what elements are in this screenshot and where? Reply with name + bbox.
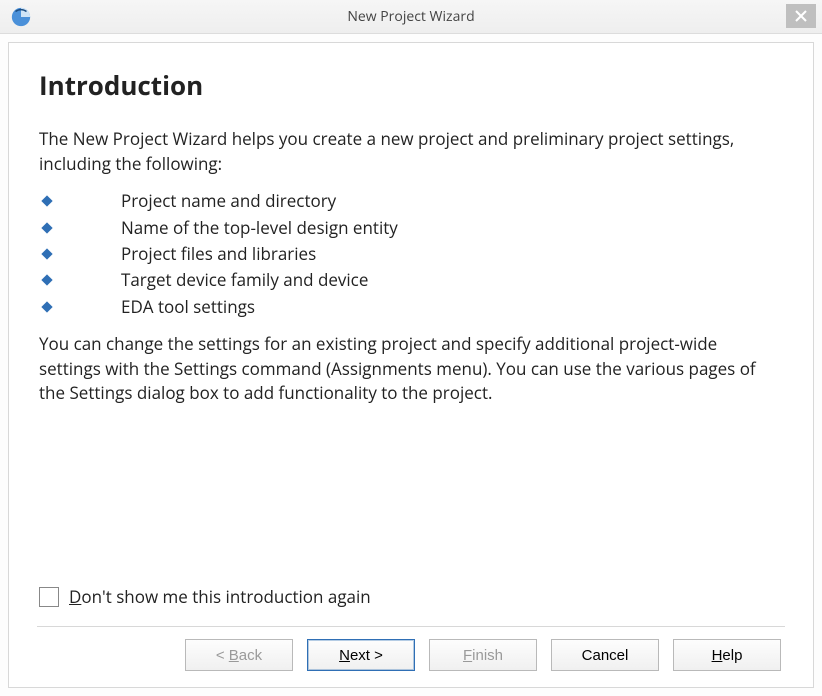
wizard-body: Introduction The New Project Wizard help… [0, 34, 822, 696]
back-button[interactable]: < Back [185, 639, 293, 671]
list-item: Name of the top-level design entity [39, 215, 783, 241]
diamond-bullet-icon [41, 275, 52, 286]
list-item-label: Target device family and device [121, 267, 368, 293]
list-item-label: Project files and libraries [121, 241, 316, 267]
diamond-bullet-icon [41, 222, 52, 233]
close-button[interactable] [786, 4, 816, 28]
next-button[interactable]: Next > [307, 639, 415, 671]
dont-show-again-checkbox[interactable] [39, 587, 59, 607]
checkbox-label: Don't show me this introduction again [69, 585, 371, 608]
list-item: Project name and directory [39, 188, 783, 214]
list-item: EDA tool settings [39, 294, 783, 320]
close-icon [795, 10, 807, 22]
content-panel: Introduction The New Project Wizard help… [8, 42, 814, 688]
list-item: Target device family and device [39, 267, 783, 293]
cancel-button[interactable]: Cancel [551, 639, 659, 671]
diamond-bullet-icon [41, 301, 52, 312]
list-item: Project files and libraries [39, 241, 783, 267]
diamond-bullet-icon [41, 196, 52, 207]
list-item-label: Name of the top-level design entity [121, 215, 398, 241]
help-button[interactable]: Help [673, 639, 781, 671]
checkbox-mnemonic: D [69, 585, 81, 608]
flex-spacer [39, 416, 783, 585]
window-title: New Project Wizard [0, 7, 822, 26]
button-divider [37, 626, 785, 627]
dont-show-again-row[interactable]: Don't show me this introduction again [39, 585, 783, 608]
diamond-bullet-icon [41, 248, 52, 259]
app-icon [10, 6, 32, 28]
wizard-window: New Project Wizard Introduction The New … [0, 0, 822, 696]
list-item-label: EDA tool settings [121, 294, 255, 320]
bullet-list: Project name and directory Name of the t… [39, 188, 783, 320]
wizard-button-row: < Back Next > Finish Cancel Help [39, 639, 783, 673]
title-bar: New Project Wizard [0, 0, 822, 34]
list-item-label: Project name and directory [121, 188, 336, 214]
finish-button[interactable]: Finish [429, 639, 537, 671]
page-heading: Introduction [39, 67, 783, 103]
footer-paragraph: You can change the settings for an exist… [39, 332, 783, 406]
intro-paragraph: The New Project Wizard helps you create … [39, 127, 783, 176]
checkbox-label-text: on't show me this introduction again [81, 585, 370, 608]
